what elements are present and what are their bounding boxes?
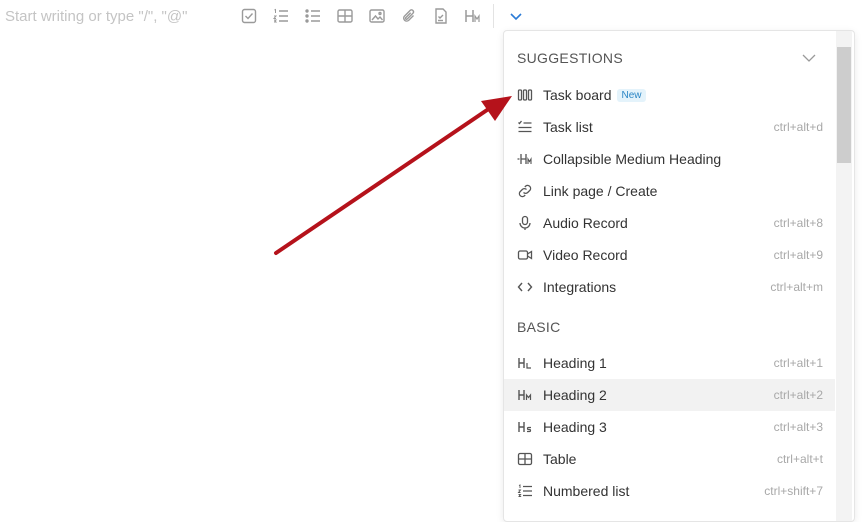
menu-item-label: Video Record (543, 247, 628, 263)
menu-item-label: Collapsible Medium Heading (543, 151, 722, 167)
menu-item-link-page[interactable]: Link page / Create (504, 175, 835, 207)
menu-item-label: Table (543, 451, 577, 467)
attachment-icon[interactable] (393, 4, 425, 28)
code-icon (517, 279, 543, 295)
menu-item-label: Numbered list (543, 483, 630, 499)
shortcut-label: ctrl+alt+9 (773, 248, 823, 262)
microphone-icon (517, 215, 543, 231)
menu-item-label: Link page / Create (543, 183, 658, 199)
menu-item-label: Heading 2 (543, 387, 607, 403)
menu-item-numbered-list[interactable]: Numbered list ctrl+shift+7 (504, 475, 835, 507)
shortcut-label: ctrl+shift+7 (764, 484, 823, 498)
shortcut-label: ctrl+alt+3 (773, 420, 823, 434)
menu-item-label: Heading 1 (543, 355, 607, 371)
scrollbar-thumb[interactable] (837, 47, 851, 163)
menu-item-heading-3[interactable]: Heading 3 ctrl+alt+3 (504, 411, 835, 443)
menu-item-task-board[interactable]: Task board New (504, 79, 835, 111)
menu-item-audio-record[interactable]: Audio Record ctrl+alt+8 (504, 207, 835, 239)
link-icon (517, 183, 543, 199)
menu-item-table[interactable]: Table ctrl+alt+t (504, 443, 835, 475)
shortcut-label: ctrl+alt+1 (773, 356, 823, 370)
menu-item-video-record[interactable]: Video Record ctrl+alt+9 (504, 239, 835, 271)
menu-item-label: Task list (543, 119, 593, 135)
menu-item-task-list[interactable]: Task list ctrl+alt+d (504, 111, 835, 143)
checkbox-icon[interactable] (233, 4, 265, 28)
shortcut-label: ctrl+alt+2 (773, 388, 823, 402)
task-list-icon (517, 119, 543, 135)
video-camera-icon (517, 247, 543, 263)
menu-item-label: Integrations (543, 279, 617, 295)
menu-item-integrations[interactable]: Integrations ctrl+alt+m (504, 271, 835, 303)
section-title-basic: BASIC (517, 319, 561, 335)
heading-3-icon (517, 419, 543, 435)
shortcut-label: ctrl+alt+d (773, 120, 823, 134)
numbered-list-icon (517, 483, 543, 499)
insert-block-menu: SUGGESTIONS Task board New Task list ctr… (503, 30, 855, 522)
bullet-list-icon[interactable] (297, 4, 329, 28)
heading-icon[interactable] (457, 4, 489, 28)
image-icon[interactable] (361, 4, 393, 28)
numbered-list-icon[interactable] (265, 4, 297, 28)
editor-placeholder[interactable]: Start writing or type "/", "@" (5, 8, 187, 25)
menu-item-label: Task board (543, 87, 612, 103)
chevron-down-icon[interactable] (500, 4, 532, 28)
shortcut-label: ctrl+alt+m (770, 280, 823, 294)
task-board-icon (517, 87, 543, 103)
section-title-suggestions: SUGGESTIONS (517, 50, 623, 66)
shortcut-label: ctrl+alt+8 (773, 216, 823, 230)
new-badge: New (617, 88, 646, 102)
format-toolbar (233, 4, 532, 28)
toolbar-divider (493, 4, 494, 28)
document-icon[interactable] (425, 4, 457, 28)
menu-item-heading-1[interactable]: Heading 1 ctrl+alt+1 (504, 347, 835, 379)
menu-scrollbar[interactable] (836, 31, 852, 521)
menu-item-collapsible-heading[interactable]: Collapsible Medium Heading (504, 143, 835, 175)
table-icon (517, 451, 543, 467)
table-icon[interactable] (329, 4, 361, 28)
menu-item-label: Audio Record (543, 215, 628, 231)
heading-2-icon (517, 387, 543, 403)
shortcut-label: ctrl+alt+t (776, 452, 823, 466)
collapsible-heading-icon (517, 151, 543, 167)
heading-1-icon (517, 355, 543, 371)
menu-item-label: Heading 3 (543, 419, 607, 435)
menu-item-heading-2[interactable]: Heading 2 ctrl+alt+2 (504, 379, 835, 411)
collapse-chevron-icon[interactable] (800, 49, 818, 67)
